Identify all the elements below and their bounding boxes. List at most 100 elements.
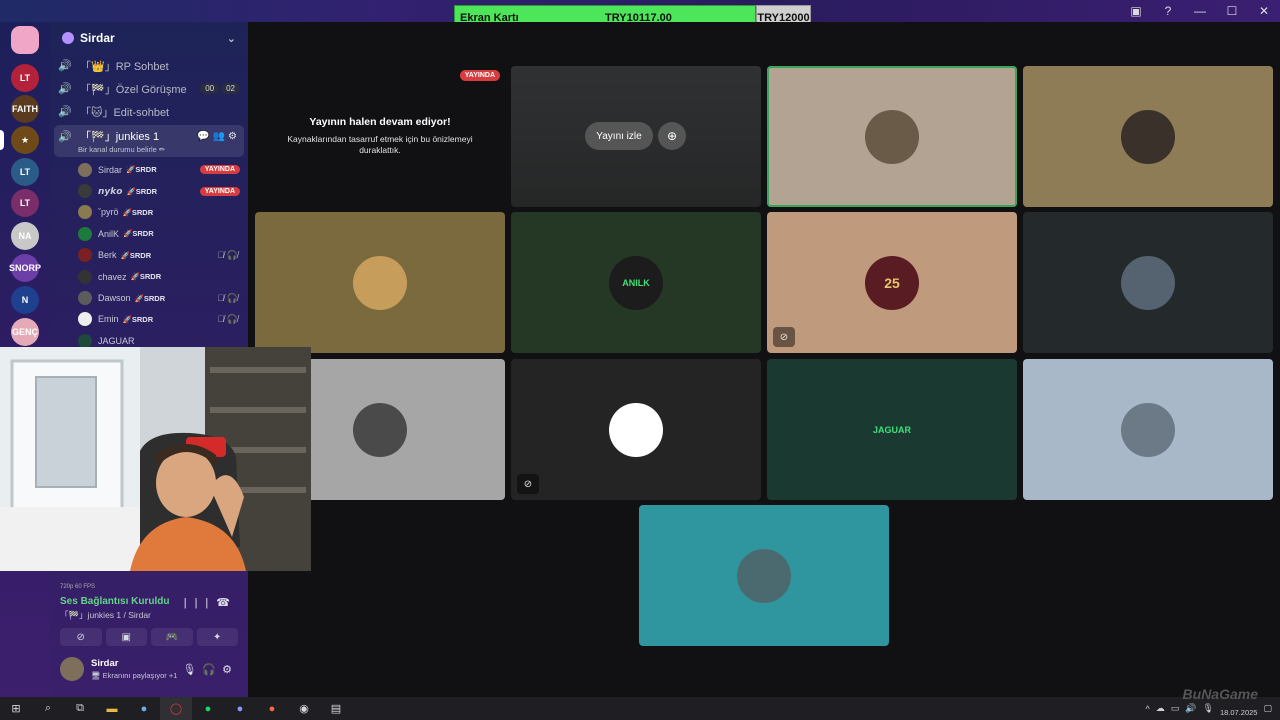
voice-channel-rp-sohbet[interactable]: 🔊 「👑」RP Sohbet — [50, 54, 248, 77]
channel-actions: 💬👥⚙ — [197, 131, 240, 142]
avatar: JAGUAR — [865, 402, 919, 457]
avatar[interactable] — [60, 657, 84, 681]
gear-icon[interactable]: ⚙ — [222, 664, 238, 676]
participant-tile[interactable] — [1023, 359, 1273, 500]
participant-tile[interactable] — [639, 505, 889, 646]
voice-user[interactable]: Sirdar 🚀SRDR YAYINDA — [50, 159, 248, 180]
voice-user-name: Emin — [98, 314, 119, 325]
voice-user[interactable]: ˇpyrö 🚀SRDR — [50, 202, 248, 223]
participant-tile[interactable] — [1023, 66, 1273, 207]
steam-icon[interactable]: ● — [128, 697, 160, 720]
clock-date[interactable]: 18.07.2025 — [1220, 708, 1258, 717]
channel-name: 「👑」RP Sohbet — [80, 60, 169, 73]
avatar-text: ANILK — [622, 277, 650, 288]
network-icon[interactable]: ▭ — [1171, 703, 1180, 714]
user-tag: 🚀SRDR — [126, 186, 158, 196]
avatar — [78, 333, 92, 348]
task-view-icon[interactable]: ⧉ — [64, 697, 96, 720]
home-button[interactable] — [11, 26, 39, 54]
avatar — [78, 162, 92, 177]
user-tag: 🚀SRDR — [134, 293, 166, 303]
voice-user[interactable]: 𝙣𝙮𝙠𝙤 🚀SRDR YAYINDA — [50, 180, 248, 201]
search-icon[interactable]: ⌕ — [32, 697, 64, 720]
close-button[interactable]: ✕ — [1248, 4, 1280, 18]
notification-icon[interactable]: ▢ — [1263, 703, 1272, 714]
file-explorer-icon[interactable]: ▬ — [96, 697, 128, 720]
voice-user[interactable]: Dawson 🚀SRDR 🎙̸ 🎧̸ — [50, 287, 248, 308]
help-icon[interactable]: ? — [1152, 4, 1184, 18]
volume-icon[interactable]: 🔊 — [1185, 703, 1196, 714]
chevron-up-icon[interactable]: ^ — [1146, 704, 1150, 714]
current-user-count: 00 — [200, 83, 220, 94]
maximize-button[interactable]: ☐ — [1216, 4, 1248, 18]
voice-user[interactable]: Emin 🚀SRDR 🎙̸ 🎧̸ — [50, 309, 248, 330]
gear-icon[interactable]: ⚙ — [228, 131, 240, 142]
headphones-icon[interactable]: 🎧 — [202, 664, 222, 676]
windows-start-icon[interactable]: ⊞ — [0, 697, 32, 720]
server-icon[interactable]: NA — [11, 222, 39, 250]
opera-icon[interactable]: ◯ — [160, 697, 192, 720]
guild-name: Sirdar — [80, 31, 115, 45]
voice-user-name: AnilK — [98, 228, 120, 239]
voice-channel-ozel-gorusme[interactable]: 🔊 「🏁」Özel Görüşme 00 02 — [50, 77, 248, 100]
cloud-icon[interactable]: ☁ — [1156, 703, 1165, 714]
channel-status[interactable]: Bir kanal durumu belirle ✏ — [58, 145, 240, 154]
channel-name: 「🐱」Edit-sohbet — [80, 106, 170, 119]
paused-stream-notice: YAYINDA Yayının halen devam ediyor! Kayn… — [255, 66, 505, 207]
discord-icon[interactable]: ● — [224, 697, 256, 720]
speaker-icon: 🔊 — [58, 60, 72, 72]
origin-icon[interactable]: ● — [256, 697, 288, 720]
guild-header[interactable]: Sirdar ⌄ — [50, 22, 248, 54]
live-badge[interactable]: YAYINDA — [199, 165, 240, 175]
soundboard-button[interactable]: ✦ — [196, 628, 238, 646]
watch-stream-button[interactable]: Yayını izle — [585, 122, 653, 150]
voice-user[interactable]: AnilK 🚀SRDR — [50, 223, 248, 244]
participant-tile[interactable] — [255, 212, 505, 353]
spotify-icon[interactable]: ● — [192, 697, 224, 720]
participant-tile[interactable]: ANILK — [511, 212, 761, 353]
participant-tile[interactable] — [1023, 212, 1273, 353]
activities-button[interactable]: 🎮 — [151, 628, 193, 646]
participant-tile[interactable]: ⊘ — [511, 359, 761, 500]
server-icon[interactable]: LT — [11, 64, 39, 92]
pop-out-stream-icon[interactable]: ⊕ — [658, 122, 686, 150]
voice-user[interactable]: Berk 🚀SRDR 🎙̸ 🎧̸ — [50, 245, 248, 266]
voice-user-name: chavez — [98, 271, 127, 282]
invite-icon[interactable]: 👥 — [213, 131, 228, 142]
connection-status[interactable]: Ses Bağlantısı Kuruldu — [60, 596, 184, 607]
voice-user-name: JAGUAR — [98, 335, 135, 346]
inbox-icon[interactable]: ▣ — [1120, 4, 1152, 18]
participant-tile[interactable]: 25 ⊘ — [767, 212, 1017, 353]
avatar — [1121, 402, 1175, 457]
chat-icon[interactable]: 💬 — [197, 131, 212, 142]
screen-share-button[interactable]: ▣ — [105, 628, 147, 646]
server-icon[interactable]: GENÇ — [11, 318, 39, 346]
server-icon[interactable]: LT — [11, 189, 39, 217]
participant-tile[interactable] — [767, 66, 1017, 207]
server-icon[interactable]: LT — [11, 158, 39, 186]
microphone-icon[interactable]: 🎙 — [1203, 703, 1214, 714]
voice-channel-edit-sohbet[interactable]: 🔊 「🐱」Edit-sohbet — [50, 100, 248, 123]
avatar: 25 — [865, 255, 919, 310]
avatar — [78, 205, 92, 220]
connection-location[interactable]: 「🏁」junkies 1 / Sirdar — [60, 609, 184, 621]
voice-user[interactable]: chavez 🚀SRDR — [50, 266, 248, 287]
participant-tile[interactable]: JAGUAR — [767, 359, 1017, 500]
chevron-down-icon[interactable]: ⌄ — [227, 32, 236, 45]
microphone-icon[interactable]: 🎙 — [182, 664, 202, 676]
obs-icon[interactable]: ◉ — [288, 697, 320, 720]
disconnect-icon[interactable]: ☎ — [216, 597, 238, 609]
app-icon[interactable]: ▤ — [320, 697, 352, 720]
voice-channel-junkies-1[interactable]: 🔊 「🏁」junkies 1 💬👥⚙ Bir kanal durumu beli… — [54, 125, 244, 157]
user-tag: 🚀SRDR — [120, 250, 152, 260]
live-badge[interactable]: YAYINDA — [199, 186, 240, 196]
camera-off-button[interactable]: ⊘ — [60, 628, 102, 646]
avatar-text: JAGUAR — [872, 424, 911, 435]
minimize-button[interactable]: — — [1184, 4, 1216, 18]
server-icon[interactable]: N — [11, 286, 39, 314]
server-icon[interactable]: FAITH — [11, 95, 39, 123]
server-label: NA — [18, 231, 32, 241]
noise-suppression-icon[interactable]: ||| — [184, 597, 217, 609]
server-icon[interactable]: SNORP — [9, 254, 41, 282]
server-icon[interactable]: ★ — [0, 126, 39, 154]
